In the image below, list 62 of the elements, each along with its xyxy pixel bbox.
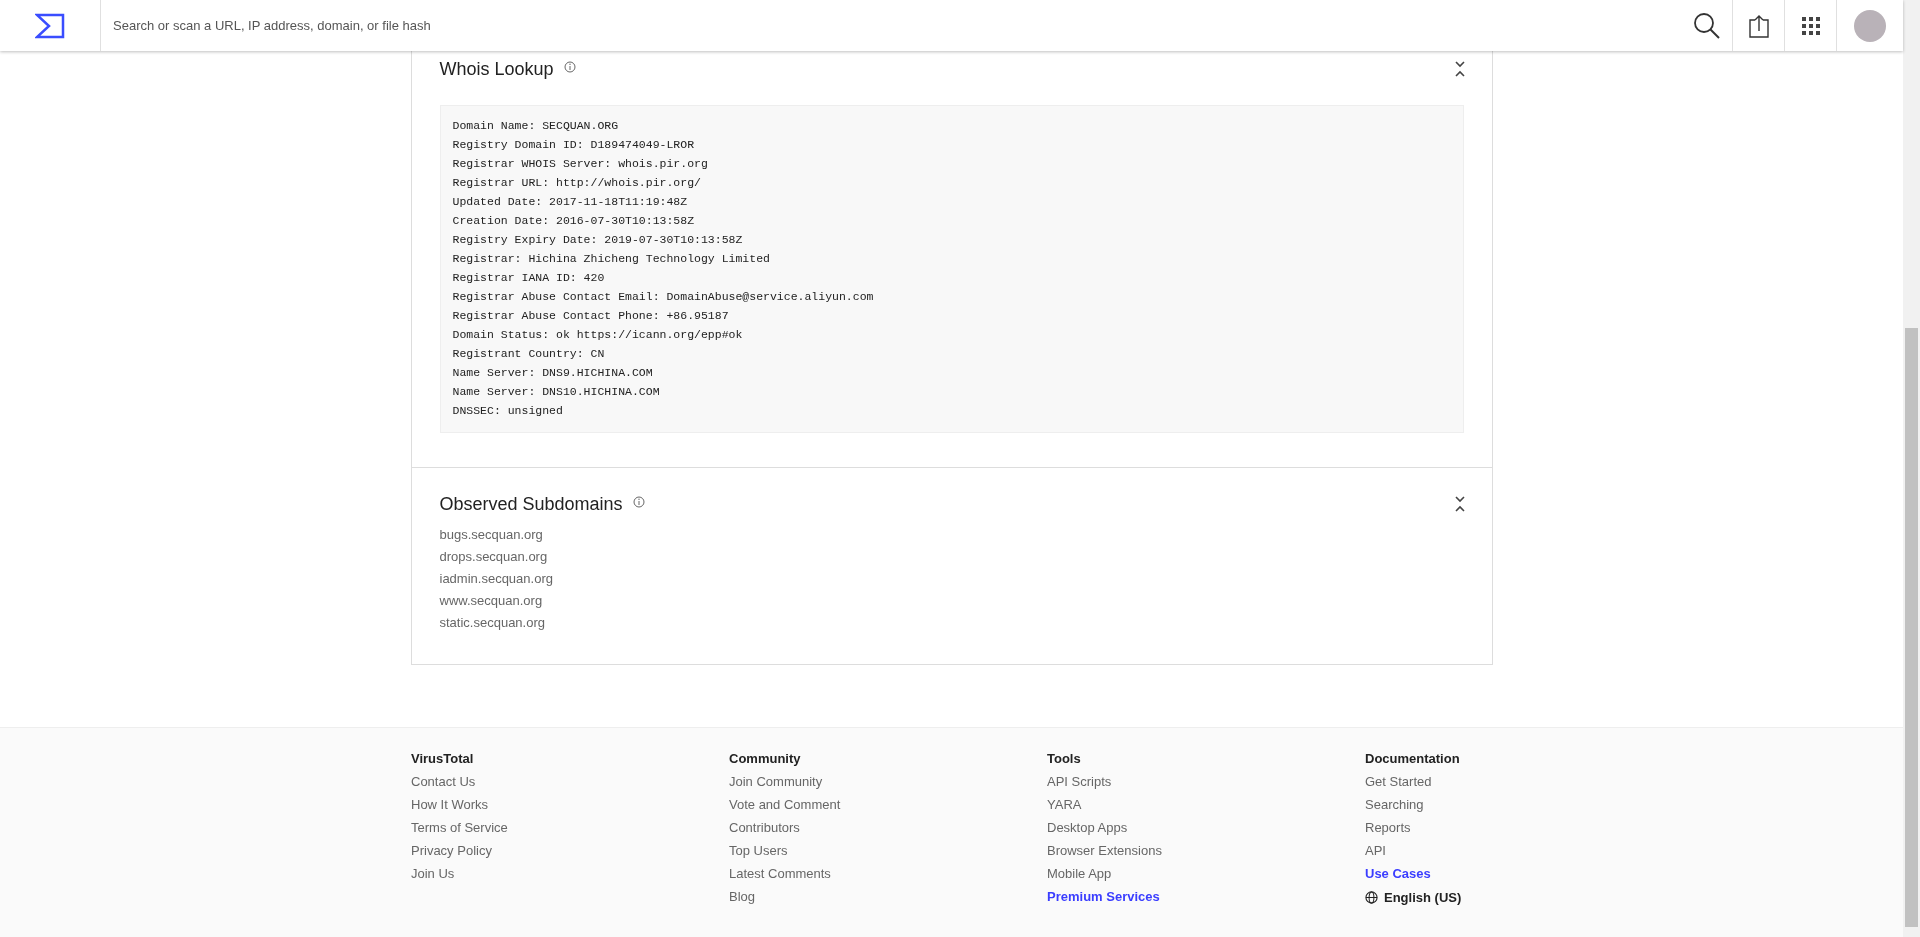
section-title: Observed Subdomains xyxy=(439,493,623,515)
footer-link[interactable]: Terms of Service xyxy=(411,816,508,839)
whois-line: Domain Name: SECQUAN.ORG xyxy=(452,118,620,134)
whois-line: Registry Domain ID: D189474049-LROR xyxy=(452,137,696,153)
footer-link[interactable]: Privacy Policy xyxy=(411,839,492,862)
footer-link[interactable]: Reports xyxy=(1365,816,1411,839)
footer-link[interactable]: Contributors xyxy=(729,816,800,839)
whois-line: DNSSEC: unsigned xyxy=(452,403,564,419)
whois-line: Updated Date: 2017-11-18T11:19:48Z xyxy=(452,194,689,210)
whois-line: Name Server: DNS9.HICHINA.COM xyxy=(452,365,654,381)
subdomain-link[interactable]: drops.secquan.org xyxy=(439,546,548,568)
footer-link[interactable]: Vote and Comment xyxy=(729,793,841,816)
footer-link[interactable]: Desktop Apps xyxy=(1047,816,1128,839)
footer-link[interactable]: Blog xyxy=(729,885,756,908)
footer-link[interactable]: Contact Us xyxy=(411,770,476,793)
collapse-icon[interactable] xyxy=(1453,60,1466,78)
whois-line: Registrar WHOIS Server: whois.pir.org xyxy=(452,156,709,172)
whois-line: Registrar URL: http://whois.pir.org/ xyxy=(452,175,702,191)
footer-link[interactable]: Searching xyxy=(1365,793,1424,816)
whois-line: Registry Expiry Date: 2019-07-30T10:13:58Z xyxy=(452,232,744,248)
subdomain-link[interactable]: iadmin.secquan.org xyxy=(439,568,553,590)
upload-icon[interactable] xyxy=(1748,13,1769,38)
search-field[interactable]: Search or scan a URL, IP address, domain, or file hash xyxy=(101,0,1681,51)
search-icon[interactable] xyxy=(1692,11,1721,40)
footer-link[interactable]: Use Cases xyxy=(1365,862,1431,885)
whois-line: Registrant Country: CN xyxy=(452,346,606,362)
whois-line: Registrar IANA ID: 420 xyxy=(452,270,606,286)
footer-heading: Documentation xyxy=(1365,750,1460,768)
subdomain-link[interactable]: static.secquan.org xyxy=(439,612,545,634)
section-title: Whois Lookup xyxy=(439,58,554,80)
language-selector[interactable]: English (US) xyxy=(1384,890,1462,905)
info-icon[interactable] xyxy=(632,496,645,508)
globe-icon xyxy=(1365,891,1378,904)
footer-link[interactable]: Top Users xyxy=(729,839,788,862)
footer-link[interactable]: How It Works xyxy=(411,793,489,816)
collapse-icon[interactable] xyxy=(1453,495,1466,513)
whois-line: Registrar: Hichina Zhicheng Technology Limited xyxy=(452,251,771,267)
whois-line: Domain Status: ok https://icann.org/epp#ok xyxy=(452,327,744,343)
footer-heading: VirusTotal xyxy=(411,750,474,768)
whois-line: Registrar Abuse Contact Phone: +86.95187 xyxy=(452,308,730,324)
info-icon[interactable] xyxy=(563,61,576,73)
whois-line: Registrar Abuse Contact Email: DomainAbuse@service.aliyun.com xyxy=(452,289,875,305)
footer-link[interactable]: API Scripts xyxy=(1047,770,1112,793)
subdomain-link[interactable]: www.secquan.org xyxy=(439,590,543,612)
footer-link[interactable]: Premium Services xyxy=(1047,885,1160,908)
whois-line: Creation Date: 2016-07-30T10:13:58Z xyxy=(452,213,696,229)
footer-heading: Community xyxy=(729,750,801,768)
whois-line: Name Server: DNS10.HICHINA.COM xyxy=(452,384,661,400)
footer-link[interactable]: Latest Comments xyxy=(729,862,831,885)
footer-link[interactable]: Mobile App xyxy=(1047,862,1112,885)
apps-grid-icon[interactable] xyxy=(1801,16,1820,35)
logo-icon[interactable] xyxy=(35,12,65,39)
footer-link[interactable]: Get Started xyxy=(1365,770,1432,793)
footer-link[interactable]: Join Community xyxy=(729,770,823,793)
footer-link[interactable]: Browser Extensions xyxy=(1047,839,1162,862)
footer-link[interactable]: Join Us xyxy=(411,862,455,885)
footer-heading: Tools xyxy=(1047,750,1081,768)
scrollbar[interactable] xyxy=(1903,0,1920,937)
scrollbar-thumb[interactable] xyxy=(1905,328,1918,927)
footer-link[interactable]: API xyxy=(1365,839,1386,862)
subdomain-link[interactable]: bugs.secquan.org xyxy=(439,524,543,546)
footer-link[interactable]: YARA xyxy=(1047,793,1082,816)
